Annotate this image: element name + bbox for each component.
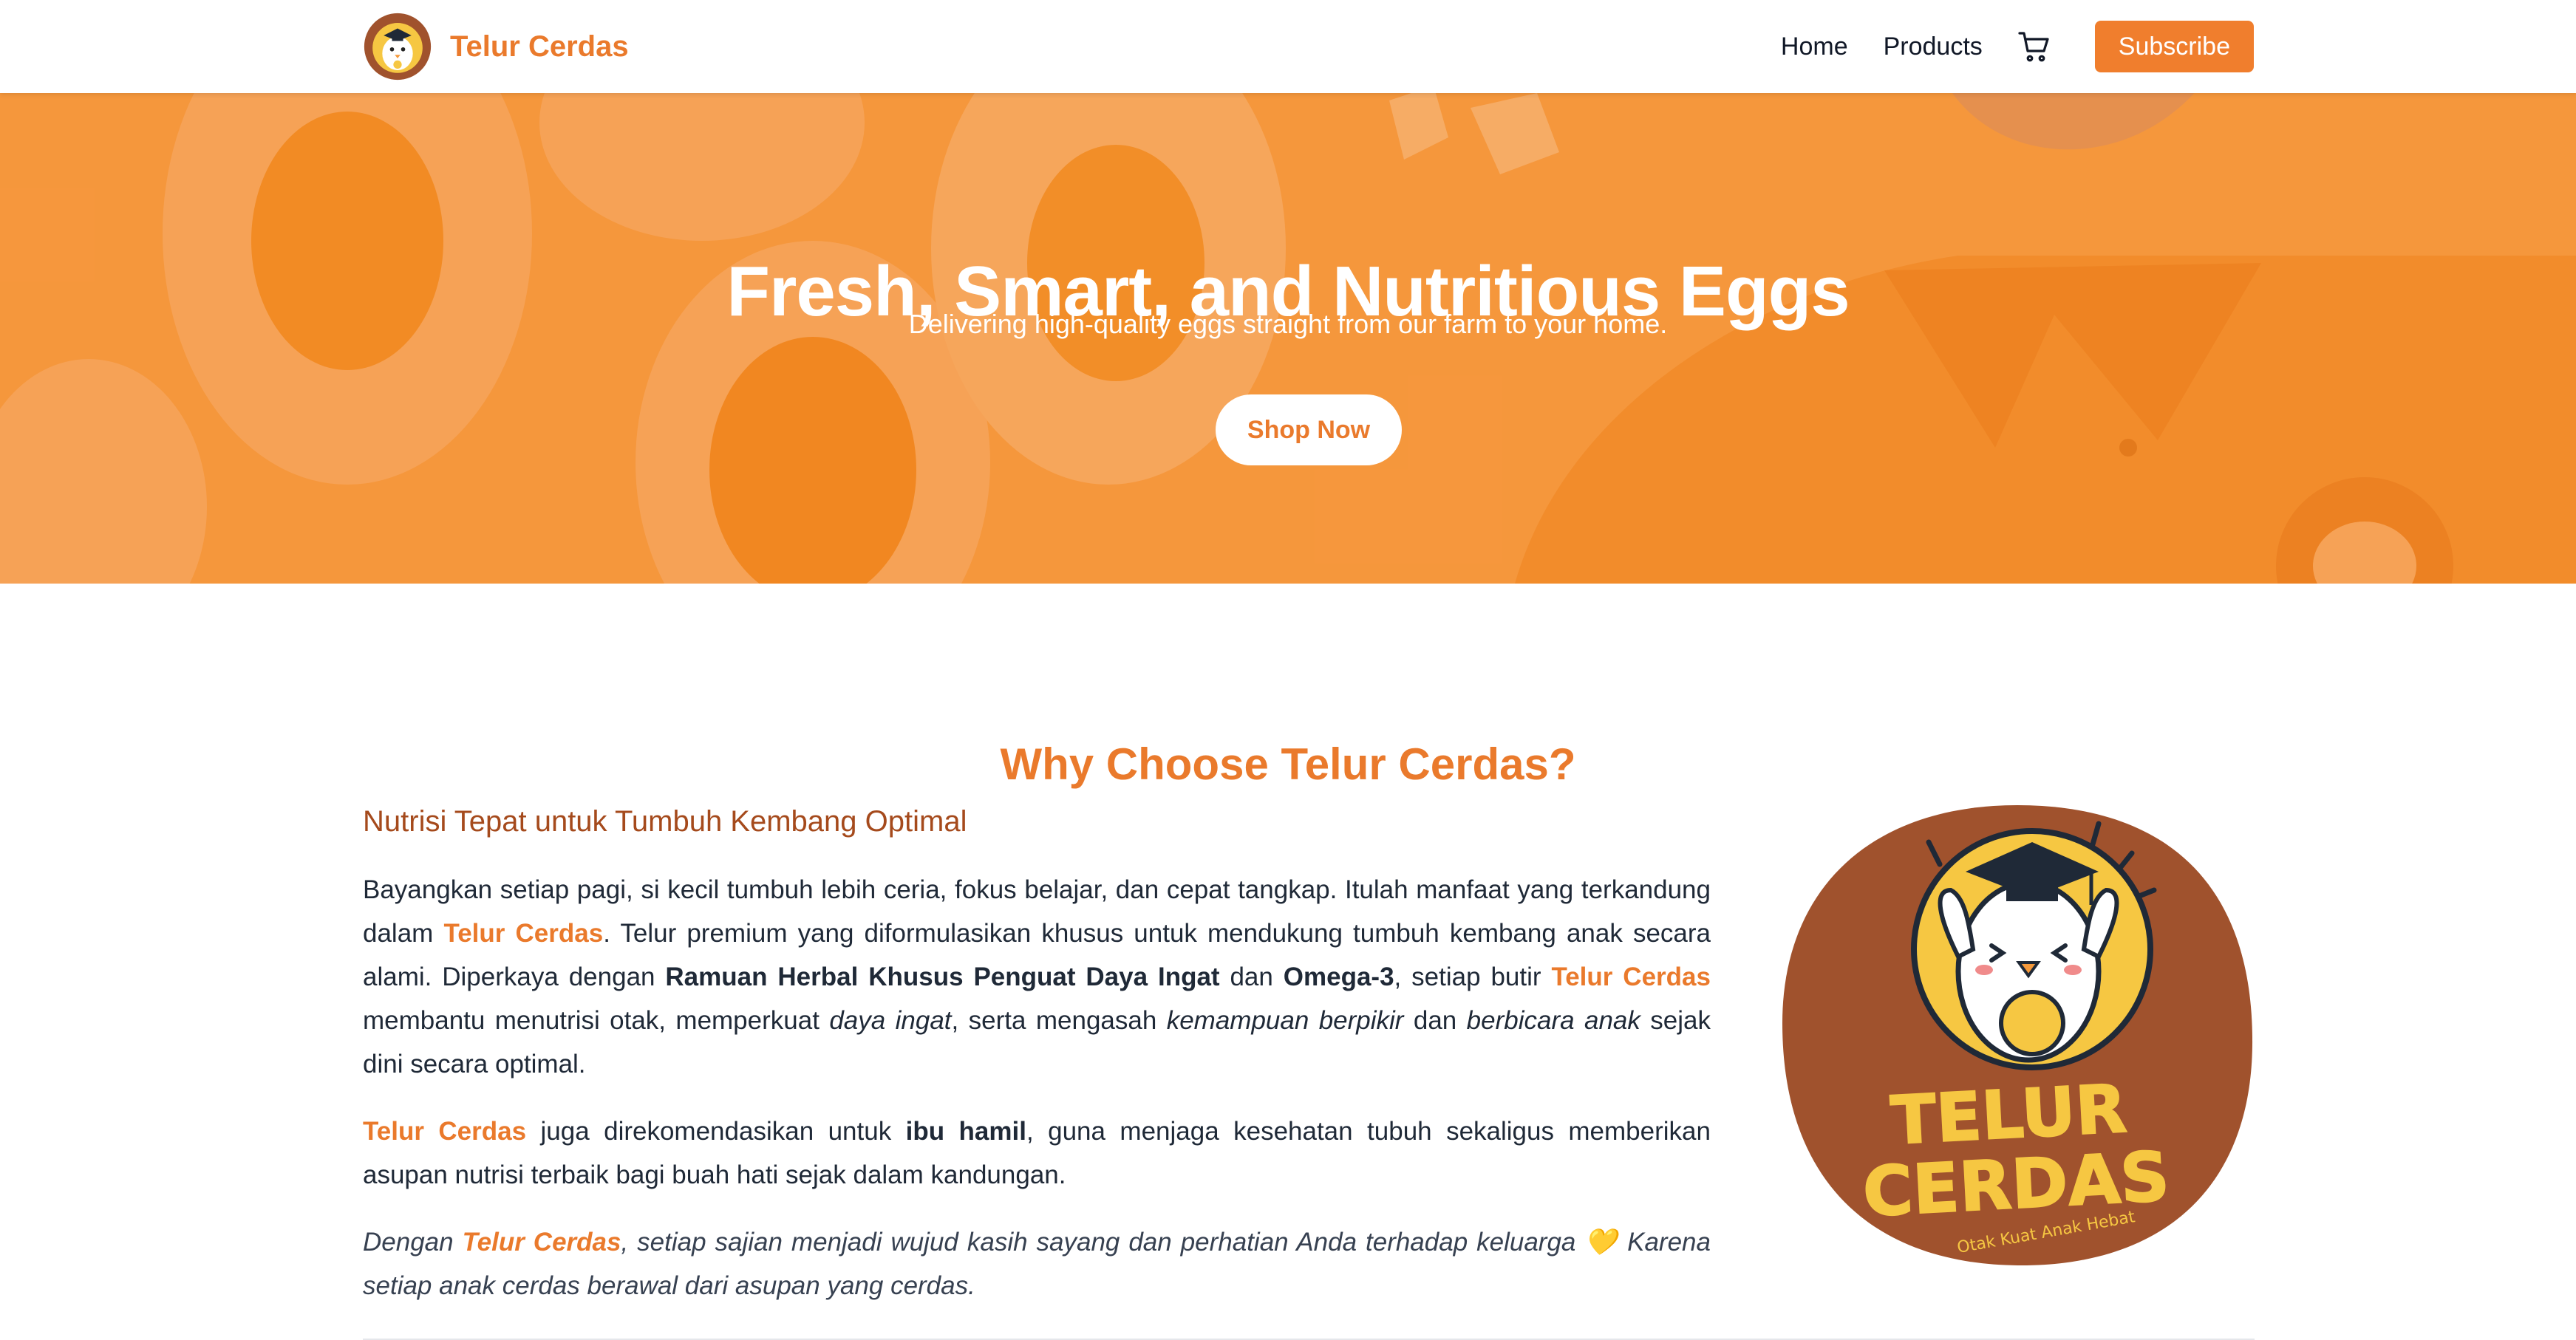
nav-home-link[interactable]: Home [1781, 33, 1848, 61]
text-segment: dan [1403, 1006, 1467, 1035]
top-navbar: Telur Cerdas Home Products Subscribe [0, 0, 2576, 93]
brand-name: Telur Cerdas [450, 30, 629, 63]
nav-links: Home Products Subscribe [1781, 21, 2254, 72]
text-segment: dan [1219, 963, 1284, 991]
shop-now-button[interactable]: Shop Now [1216, 394, 1402, 465]
italic-memory: daya ingat [829, 1006, 952, 1035]
brand-highlight: Telur Cerdas [462, 1228, 621, 1257]
paragraph-pregnancy: Telur Cerdas juga direkomendasikan untuk… [363, 1110, 1711, 1197]
text-segment: Dengan [363, 1228, 463, 1257]
text-segment: , serta mengasah [951, 1006, 1167, 1035]
why-section-title: Why Choose Telur Cerdas? [1000, 739, 1576, 789]
why-section-body: Bayangkan setiap pagi, si kecil tumbuh l… [363, 868, 1711, 1331]
hero-banner: Fresh, Smart, and Nutritious Eggs Delive… [0, 93, 2576, 584]
cart-icon[interactable] [2017, 29, 2052, 64]
bold-omega3: Omega-3 [1283, 963, 1394, 991]
brand-link[interactable]: Telur Cerdas [363, 11, 629, 82]
subscribe-button[interactable]: Subscribe [2094, 21, 2254, 72]
text-segment: , setiap butir [1394, 963, 1552, 991]
chick-graduate-logo-icon [364, 13, 432, 81]
paragraph-nutrition: Bayangkan setiap pagi, si kecil tumbuh l… [363, 868, 1711, 1086]
bold-pregnant: ibu hamil [905, 1117, 1026, 1146]
nav-products-link[interactable]: Products [1884, 33, 1983, 61]
hero-subtitle: Delivering high-quality eggs straight fr… [908, 309, 1668, 339]
bold-herbal: Ramuan Herbal Khusus Penguat Daya Ingat [665, 963, 1220, 991]
paragraph-closing: Dengan Telur Cerdas, setiap sajian menja… [363, 1220, 1711, 1307]
text-segment: juga direkomendasikan untuk [526, 1117, 906, 1146]
brand-highlight: Telur Cerdas [363, 1117, 527, 1146]
italic-thinking: kemampuan berpikir [1166, 1006, 1404, 1035]
italic-speaking: berbicara anak [1466, 1006, 1640, 1035]
text-segment: membantu menutrisi otak, memperkuat [363, 1006, 830, 1035]
telur-cerdas-badge-logo: TELUR CERDAS Otak Kuat Anak Hebat [1782, 805, 2253, 1266]
brand-highlight: Telur Cerdas [443, 919, 604, 948]
why-section-subtitle: Nutrisi Tepat untuk Tumbuh Kembang Optim… [363, 805, 967, 838]
brand-highlight: Telur Cerdas [1551, 963, 1711, 991]
